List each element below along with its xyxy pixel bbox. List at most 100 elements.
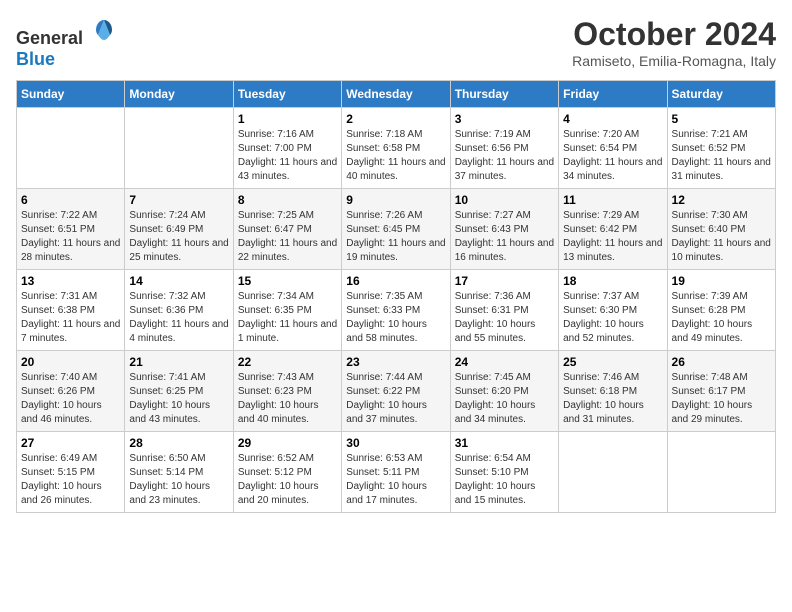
daylight-text: Daylight: 11 hours and 1 minute. — [238, 319, 337, 344]
calendar-week-row: 6 Sunrise: 7:22 AM Sunset: 6:51 PM Dayli… — [17, 189, 776, 270]
sunset-text: Sunset: 6:17 PM — [672, 386, 746, 397]
daylight-text: Daylight: 10 hours and 15 minutes. — [455, 481, 536, 506]
day-info: Sunrise: 6:49 AM Sunset: 5:15 PM Dayligh… — [21, 452, 120, 508]
day-number: 2 — [346, 112, 445, 126]
calendar-cell: 30 Sunrise: 6:53 AM Sunset: 5:11 PM Dayl… — [342, 432, 450, 513]
day-info: Sunrise: 6:53 AM Sunset: 5:11 PM Dayligh… — [346, 452, 445, 508]
weekday-header: Tuesday — [233, 81, 341, 108]
day-number: 30 — [346, 436, 445, 450]
calendar-cell: 27 Sunrise: 6:49 AM Sunset: 5:15 PM Dayl… — [17, 432, 125, 513]
day-number: 25 — [563, 355, 662, 369]
calendar-cell: 14 Sunrise: 7:32 AM Sunset: 6:36 PM Dayl… — [125, 270, 233, 351]
daylight-text: Daylight: 10 hours and 31 minutes. — [563, 400, 644, 425]
sunrise-text: Sunrise: 7:36 AM — [455, 291, 531, 302]
daylight-text: Daylight: 10 hours and 17 minutes. — [346, 481, 427, 506]
sunset-text: Sunset: 6:22 PM — [346, 386, 420, 397]
sunset-text: Sunset: 5:14 PM — [129, 467, 203, 478]
sunrise-text: Sunrise: 7:19 AM — [455, 129, 531, 140]
day-info: Sunrise: 7:40 AM Sunset: 6:26 PM Dayligh… — [21, 371, 120, 427]
day-number: 26 — [672, 355, 771, 369]
calendar-cell: 5 Sunrise: 7:21 AM Sunset: 6:52 PM Dayli… — [667, 108, 775, 189]
sunrise-text: Sunrise: 7:39 AM — [672, 291, 748, 302]
sunset-text: Sunset: 6:28 PM — [672, 305, 746, 316]
calendar-cell: 12 Sunrise: 7:30 AM Sunset: 6:40 PM Dayl… — [667, 189, 775, 270]
sunrise-text: Sunrise: 6:54 AM — [455, 453, 531, 464]
calendar-cell: 31 Sunrise: 6:54 AM Sunset: 5:10 PM Dayl… — [450, 432, 558, 513]
sunset-text: Sunset: 5:15 PM — [21, 467, 95, 478]
day-info: Sunrise: 7:35 AM Sunset: 6:33 PM Dayligh… — [346, 290, 445, 346]
calendar-cell: 28 Sunrise: 6:50 AM Sunset: 5:14 PM Dayl… — [125, 432, 233, 513]
daylight-text: Daylight: 11 hours and 43 minutes. — [238, 157, 337, 182]
calendar-cell: 29 Sunrise: 6:52 AM Sunset: 5:12 PM Dayl… — [233, 432, 341, 513]
day-number: 9 — [346, 193, 445, 207]
day-number: 29 — [238, 436, 337, 450]
sunset-text: Sunset: 6:40 PM — [672, 224, 746, 235]
daylight-text: Daylight: 11 hours and 10 minutes. — [672, 238, 771, 263]
calendar-cell: 19 Sunrise: 7:39 AM Sunset: 6:28 PM Dayl… — [667, 270, 775, 351]
day-info: Sunrise: 7:48 AM Sunset: 6:17 PM Dayligh… — [672, 371, 771, 427]
sunrise-text: Sunrise: 7:37 AM — [563, 291, 639, 302]
sunrise-text: Sunrise: 7:16 AM — [238, 129, 314, 140]
day-info: Sunrise: 7:29 AM Sunset: 6:42 PM Dayligh… — [563, 209, 662, 265]
calendar-cell — [17, 108, 125, 189]
sunset-text: Sunset: 6:26 PM — [21, 386, 95, 397]
calendar-cell: 25 Sunrise: 7:46 AM Sunset: 6:18 PM Dayl… — [559, 351, 667, 432]
day-number: 22 — [238, 355, 337, 369]
logo-text-blue: Blue — [16, 49, 55, 69]
calendar-cell: 26 Sunrise: 7:48 AM Sunset: 6:17 PM Dayl… — [667, 351, 775, 432]
sunrise-text: Sunrise: 7:40 AM — [21, 372, 97, 383]
sunrise-text: Sunrise: 7:21 AM — [672, 129, 748, 140]
day-number: 27 — [21, 436, 120, 450]
sunset-text: Sunset: 6:54 PM — [563, 143, 637, 154]
page-header: General Blue October 2024 Ramiseto, Emil… — [16, 16, 776, 70]
calendar-cell: 8 Sunrise: 7:25 AM Sunset: 6:47 PM Dayli… — [233, 189, 341, 270]
calendar-cell: 18 Sunrise: 7:37 AM Sunset: 6:30 PM Dayl… — [559, 270, 667, 351]
logo-text-general: General — [16, 28, 83, 48]
sunset-text: Sunset: 6:51 PM — [21, 224, 95, 235]
sunrise-text: Sunrise: 7:22 AM — [21, 210, 97, 221]
daylight-text: Daylight: 11 hours and 19 minutes. — [346, 238, 445, 263]
day-number: 1 — [238, 112, 337, 126]
day-info: Sunrise: 7:32 AM Sunset: 6:36 PM Dayligh… — [129, 290, 228, 346]
weekday-header: Thursday — [450, 81, 558, 108]
day-number: 17 — [455, 274, 554, 288]
sunset-text: Sunset: 6:31 PM — [455, 305, 529, 316]
weekday-header: Monday — [125, 81, 233, 108]
day-number: 28 — [129, 436, 228, 450]
sunset-text: Sunset: 6:42 PM — [563, 224, 637, 235]
calendar-cell — [559, 432, 667, 513]
calendar-cell: 11 Sunrise: 7:29 AM Sunset: 6:42 PM Dayl… — [559, 189, 667, 270]
day-info: Sunrise: 7:19 AM Sunset: 6:56 PM Dayligh… — [455, 128, 554, 184]
daylight-text: Daylight: 10 hours and 20 minutes. — [238, 481, 319, 506]
sunset-text: Sunset: 6:49 PM — [129, 224, 203, 235]
daylight-text: Daylight: 11 hours and 25 minutes. — [129, 238, 228, 263]
weekday-header: Friday — [559, 81, 667, 108]
sunset-text: Sunset: 5:11 PM — [346, 467, 419, 478]
day-info: Sunrise: 7:31 AM Sunset: 6:38 PM Dayligh… — [21, 290, 120, 346]
day-number: 3 — [455, 112, 554, 126]
calendar-cell: 6 Sunrise: 7:22 AM Sunset: 6:51 PM Dayli… — [17, 189, 125, 270]
day-info: Sunrise: 7:43 AM Sunset: 6:23 PM Dayligh… — [238, 371, 337, 427]
sunset-text: Sunset: 6:18 PM — [563, 386, 637, 397]
sunset-text: Sunset: 6:43 PM — [455, 224, 529, 235]
sunrise-text: Sunrise: 7:30 AM — [672, 210, 748, 221]
day-number: 21 — [129, 355, 228, 369]
daylight-text: Daylight: 10 hours and 40 minutes. — [238, 400, 319, 425]
sunset-text: Sunset: 6:23 PM — [238, 386, 312, 397]
sunset-text: Sunset: 5:12 PM — [238, 467, 312, 478]
day-info: Sunrise: 6:52 AM Sunset: 5:12 PM Dayligh… — [238, 452, 337, 508]
sunset-text: Sunset: 6:35 PM — [238, 305, 312, 316]
sunrise-text: Sunrise: 7:26 AM — [346, 210, 422, 221]
sunrise-text: Sunrise: 7:31 AM — [21, 291, 97, 302]
sunrise-text: Sunrise: 7:32 AM — [129, 291, 205, 302]
daylight-text: Daylight: 11 hours and 22 minutes. — [238, 238, 337, 263]
daylight-text: Daylight: 10 hours and 34 minutes. — [455, 400, 536, 425]
day-number: 5 — [672, 112, 771, 126]
calendar-cell: 9 Sunrise: 7:26 AM Sunset: 6:45 PM Dayli… — [342, 189, 450, 270]
sunrise-text: Sunrise: 7:25 AM — [238, 210, 314, 221]
calendar-cell: 2 Sunrise: 7:18 AM Sunset: 6:58 PM Dayli… — [342, 108, 450, 189]
month-title: October 2024 — [572, 16, 776, 53]
daylight-text: Daylight: 10 hours and 46 minutes. — [21, 400, 102, 425]
calendar-cell: 7 Sunrise: 7:24 AM Sunset: 6:49 PM Dayli… — [125, 189, 233, 270]
sunset-text: Sunset: 6:52 PM — [672, 143, 746, 154]
